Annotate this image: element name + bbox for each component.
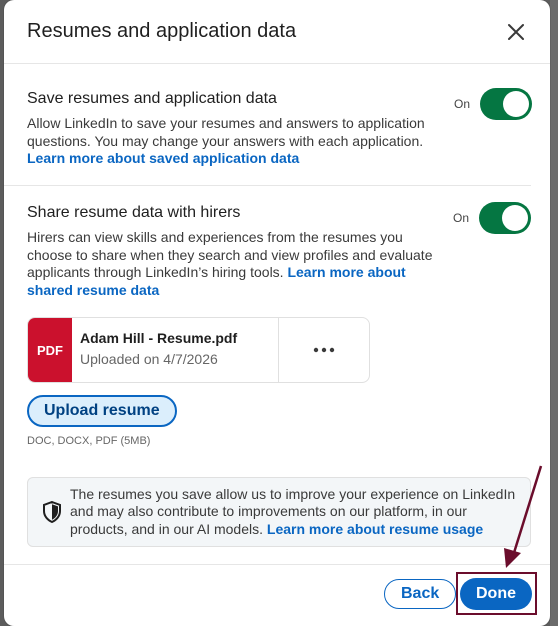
save-section-description: Allow LinkedIn to save your resumes and … bbox=[27, 115, 437, 168]
share-section-description: Hirers can view skills and experiences f… bbox=[27, 229, 437, 299]
share-toggle-label: On bbox=[452, 211, 469, 225]
ellipsis-icon bbox=[313, 347, 335, 353]
share-toggle-group: On bbox=[453, 202, 531, 234]
toggle-knob bbox=[503, 91, 529, 117]
save-toggle[interactable] bbox=[480, 88, 532, 120]
modal-header: Resumes and application data bbox=[4, 0, 550, 64]
toggle-knob bbox=[502, 205, 528, 231]
info-text: The resumes you save allow us to improve… bbox=[70, 486, 518, 539]
done-button[interactable]: Done bbox=[460, 578, 532, 610]
save-toggle-label: On bbox=[453, 97, 470, 111]
modal-footer: Back Done bbox=[4, 564, 550, 626]
close-button[interactable] bbox=[500, 16, 532, 48]
save-toggle-group: On bbox=[454, 88, 532, 120]
resumes-modal: Resumes and application data Save resume… bbox=[4, 0, 550, 626]
resume-more-options-button[interactable] bbox=[279, 318, 369, 382]
accepted-file-types: DOC, DOCX, PDF (5MB) bbox=[27, 435, 151, 447]
share-resume-section: Share resume data with hirers Hirers can… bbox=[4, 186, 550, 447]
share-toggle[interactable] bbox=[479, 202, 531, 234]
resume-file-card: PDF Adam Hill - Resume.pdf Uploaded on 4… bbox=[27, 317, 370, 383]
resume-usage-link[interactable]: Learn more about resume usage bbox=[267, 521, 483, 537]
modal-title: Resumes and application data bbox=[27, 20, 297, 42]
resume-file-name: Adam Hill - Resume.pdf bbox=[80, 330, 238, 346]
upload-resume-button[interactable]: Upload resume bbox=[27, 395, 177, 427]
back-button[interactable]: Back bbox=[384, 579, 457, 609]
resume-upload-date: Uploaded on 4/7/2026 bbox=[80, 351, 218, 367]
page-backdrop bbox=[550, 0, 558, 626]
save-description-text: Allow LinkedIn to save your resumes and … bbox=[27, 115, 425, 149]
save-section-title: Save resumes and application data bbox=[27, 90, 277, 107]
pdf-badge: PDF bbox=[28, 318, 72, 382]
save-resumes-section: Save resumes and application data Allow … bbox=[4, 64, 532, 186]
resume-file-info[interactable]: Adam Hill - Resume.pdf Uploaded on 4/7/2… bbox=[72, 318, 279, 382]
close-icon bbox=[508, 23, 524, 40]
shield-icon bbox=[43, 501, 61, 523]
resume-usage-info-box: The resumes you save allow us to improve… bbox=[27, 477, 531, 547]
save-learn-more-link[interactable]: Learn more about saved application data bbox=[27, 150, 299, 166]
info-icon-wrap bbox=[42, 501, 62, 523]
